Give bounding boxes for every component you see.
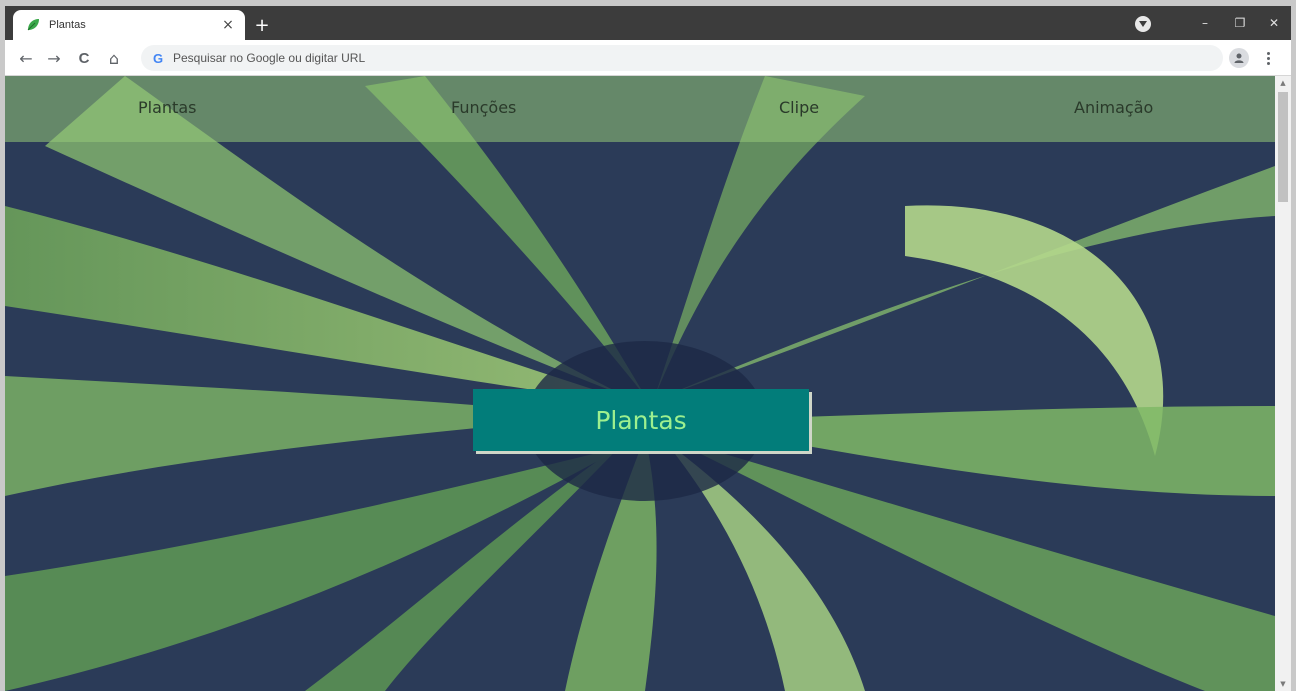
nav-link-animacao[interactable]: Animação — [1074, 98, 1153, 117]
hero-title: Plantas — [595, 405, 687, 435]
nav-link-clipe[interactable]: Clipe — [779, 98, 819, 117]
hero-title-box: Plantas — [473, 389, 809, 451]
page-scrollbar[interactable]: ▲ ▼ — [1275, 76, 1291, 691]
arrow-right-icon[interactable]: → — [43, 47, 65, 69]
close-window-button[interactable]: ✕ — [1259, 12, 1289, 34]
browser-toolbar: ← → C ⌂ G — [5, 40, 1291, 76]
minimize-button[interactable]: – — [1190, 12, 1220, 34]
scroll-thumb[interactable] — [1278, 92, 1288, 202]
reload-icon[interactable]: C — [73, 47, 95, 69]
more-icon[interactable] — [1261, 48, 1275, 68]
google-icon: G — [152, 50, 164, 66]
top-navigation: Plantas Funções Clipe Animação — [5, 76, 1275, 142]
close-icon[interactable]: × — [219, 16, 237, 34]
leaf-icon — [25, 17, 41, 33]
scroll-up-icon[interactable]: ▲ — [1275, 76, 1291, 90]
tab-search-icon[interactable] — [1135, 16, 1151, 32]
home-icon[interactable]: ⌂ — [103, 47, 125, 69]
grass-background-image — [5, 76, 1275, 691]
nav-link-funcoes[interactable]: Funções — [451, 98, 516, 117]
browser-window: Plantas × + – ❐ ✕ ← → C ⌂ G Pesquisar no… — [5, 6, 1291, 691]
tab-strip: Plantas × + – ❐ ✕ — [5, 6, 1291, 40]
omnibox-input[interactable] — [173, 51, 1073, 65]
tab-plantas[interactable]: Plantas × — [13, 10, 245, 40]
tab-title: Plantas — [49, 19, 86, 31]
page-viewport: Plantas Funções Clipe Animação Plantas — [5, 76, 1275, 691]
scroll-down-icon[interactable]: ▼ — [1275, 677, 1291, 691]
profile-icon[interactable] — [1229, 48, 1249, 68]
restore-button[interactable]: ❐ — [1225, 12, 1255, 34]
arrow-left-icon[interactable]: ← — [15, 47, 37, 69]
omnibox[interactable]: G — [141, 45, 1223, 71]
plus-icon[interactable]: + — [251, 14, 273, 36]
nav-link-plantas[interactable]: Plantas — [138, 98, 196, 117]
